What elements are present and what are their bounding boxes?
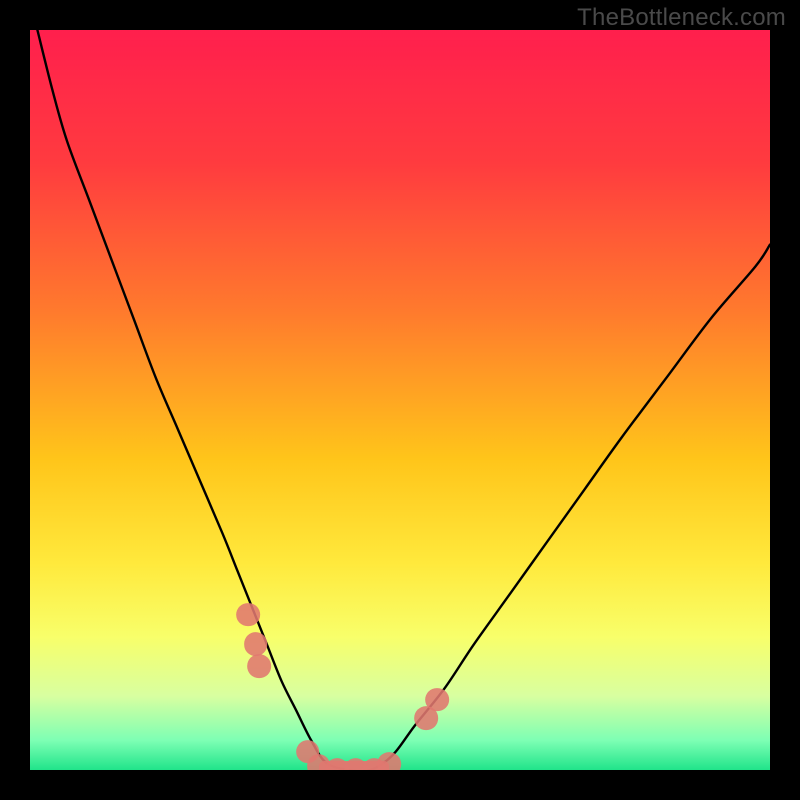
chart-frame: TheBottleneck.com xyxy=(0,0,800,800)
plot-area xyxy=(30,30,770,770)
attribution-label: TheBottleneck.com xyxy=(577,4,786,32)
curve-marker xyxy=(377,752,401,770)
curve-marker xyxy=(248,655,272,679)
bottleneck-curve xyxy=(30,30,770,770)
curve-marker xyxy=(244,632,268,656)
curve-marker xyxy=(425,688,449,712)
curve-marker xyxy=(236,603,260,627)
